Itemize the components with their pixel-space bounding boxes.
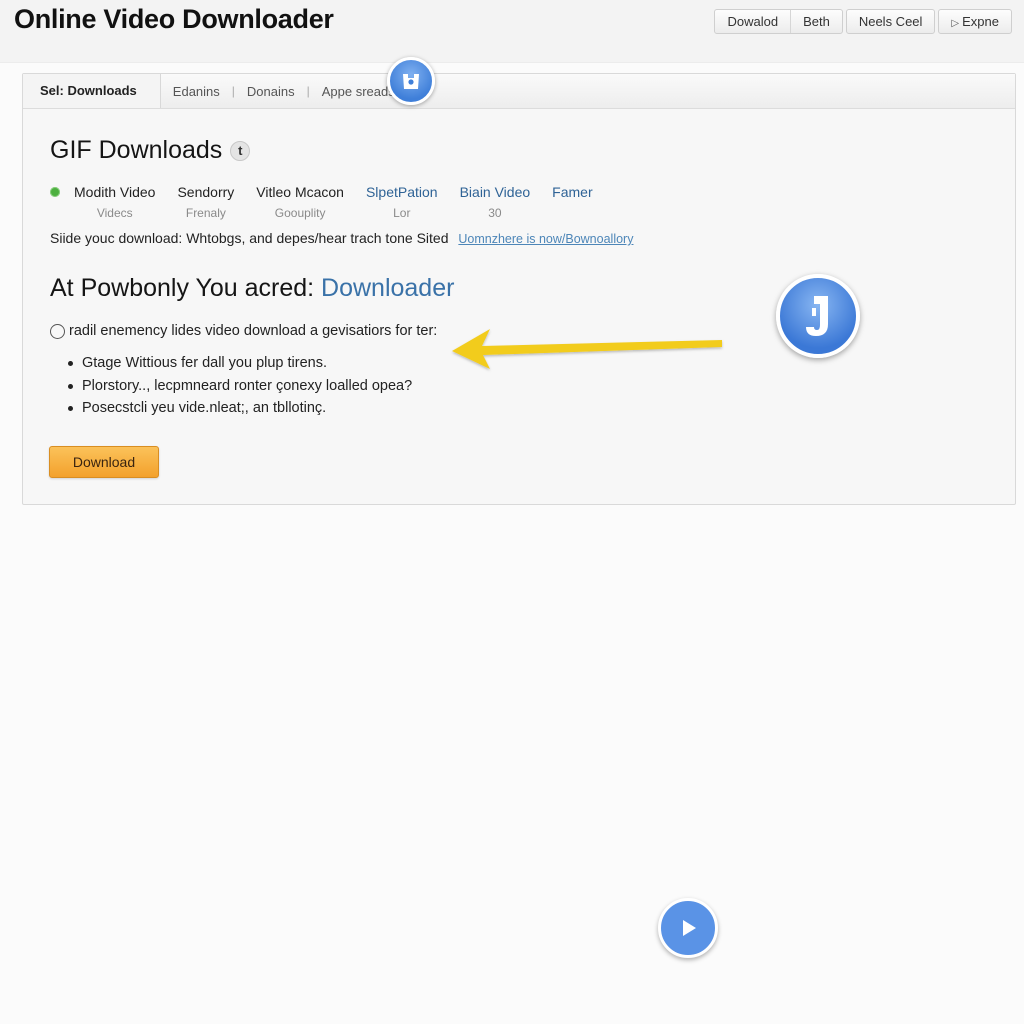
category-name: Modith Video [74,184,156,200]
option-row: radil enemency lides video download a ge… [50,323,437,339]
download-button[interactable]: Download [49,446,159,478]
top-actions: Dowalod Beth Neels Ceel ▷ Expne [714,9,1012,34]
expne-button[interactable]: ▷ Expne [938,9,1012,34]
play-button[interactable] [658,898,718,958]
description-link[interactable]: Uomnzhere is now/Bownoallory [458,232,633,246]
play-outline-icon: ▷ [951,18,960,29]
top-bar: Online Video Downloader Dowalod Beth Nee… [0,0,1024,63]
category-item[interactable]: Sendorry Frenaly [177,184,234,220]
section-title: GIF Downloads t [50,136,251,165]
list-item: Plorstory.., lecpmneard ronter çonexy lo… [68,375,412,398]
category-sub: Goouplity [274,206,326,220]
category-row: Modith Video Videcs Sendorry Frenaly Vit… [48,184,615,220]
category-item[interactable]: Famer [552,184,592,206]
category-sub: 30 [488,206,502,220]
play-icon [683,920,696,936]
tab-edanins[interactable]: Edanins [161,84,232,99]
category-item[interactable]: SlpetPation Lor [366,184,438,220]
category-name: Biain Video [459,184,531,200]
expne-label: Expne [962,14,999,29]
feature-list: Gtage Wittious fer dall you plup tirens.… [68,352,412,420]
dowalod-button[interactable]: Dowalod [715,10,792,33]
info-icon[interactable]: t [230,140,251,161]
section-title-text: GIF Downloads [50,136,223,164]
headline-prefix: At Powbonly You acred: [50,274,322,302]
option-label: radil enemency lides video download a ge… [69,323,438,339]
category-item[interactable]: Biain Video 30 [460,184,531,220]
description: Siide youc download: Whtobgs, and depes/… [50,230,633,246]
beth-button[interactable]: Beth [791,10,842,33]
list-item: Gtage Wittious fer dall you plup tirens. [68,352,412,375]
category-name: Sendorry [177,184,235,200]
option-radio[interactable] [50,323,65,339]
category-name: Famer [552,184,593,200]
status-dot-icon [50,187,60,197]
category-sub: Lor [393,206,411,220]
tab-bar: Sel: Downloads Edanins | Donains | Appe … [23,57,1015,109]
bucket-glyph-icon [403,74,419,89]
tab-donains[interactable]: Donains [235,84,307,99]
j-glyph-icon [806,296,828,336]
headline-accent: Downloader [321,274,455,302]
category-sub: Frenaly [185,206,226,220]
toolbar-button-group: Dowalod Beth [714,9,843,34]
category-item[interactable]: Modith Video Videcs [74,184,155,220]
neels-ceel-button[interactable]: Neels Ceel [845,9,936,34]
main-panel: Sel: Downloads Edanins | Donains | Appe … [22,57,1016,505]
category-name: SlpetPation [365,184,438,200]
category-name: Vitleo Mcacon [256,184,344,200]
yellow-arrow-icon [452,329,722,369]
tab-sel-downloads[interactable]: Sel: Downloads [23,74,161,108]
category-item[interactable]: Vitleo Mcacon Goouplity [256,184,344,220]
headline: At Powbonly You acred: Downloader [50,274,454,303]
description-text: Siide youc download: Whtobgs, and depes/… [50,230,449,246]
app-badge-icon[interactable] [387,57,435,105]
j-app-icon[interactable] [776,274,860,358]
list-item: Posecstcli yeu vide.nleat;, an tbllotinç… [68,397,412,420]
app-title: Online Video Downloader [14,4,334,34]
category-sub: Videcs [96,206,133,220]
